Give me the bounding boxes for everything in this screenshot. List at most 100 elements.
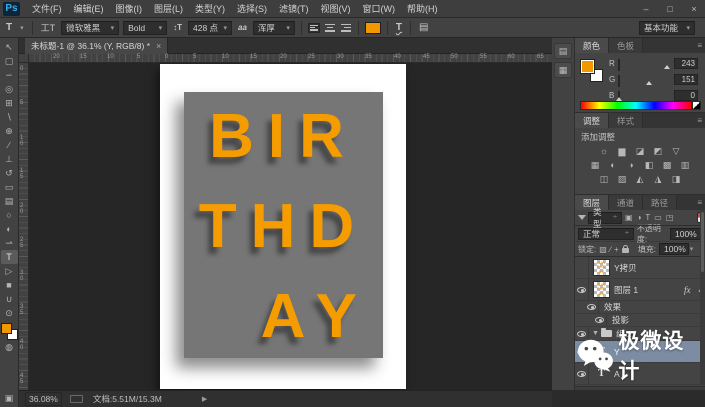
visibility-cell[interactable] — [575, 257, 589, 278]
shape-tool[interactable]: ■ — [1, 278, 18, 292]
black-white-icon[interactable]: ◑ — [624, 159, 638, 171]
quick-mask-icon[interactable]: ◍ — [1, 340, 18, 354]
minimize-button[interactable]: – — [639, 4, 653, 14]
eyedropper-tool[interactable]: ∖ — [1, 110, 18, 124]
blur-tool[interactable]: ○ — [1, 208, 18, 222]
char-para-panels-icon[interactable]: ▤ — [417, 22, 430, 33]
text-color-swatch[interactable] — [364, 21, 381, 34]
invert-icon[interactable]: ◫ — [597, 173, 611, 185]
layer-name[interactable]: Y拷贝 — [614, 262, 637, 274]
curves-icon[interactable]: ◪ — [633, 145, 647, 157]
quick-selection-tool[interactable]: ◎ — [1, 82, 18, 96]
tab-styles[interactable]: 样式 — [609, 113, 644, 128]
history-panel-icon[interactable]: ▤ — [554, 43, 572, 59]
tab-color[interactable]: 颜色 — [575, 38, 610, 53]
eraser-tool[interactable]: ▭ — [1, 180, 18, 194]
blue-value-field[interactable]: 0 — [674, 89, 698, 101]
foreground-color-swatch[interactable] — [0, 323, 12, 334]
green-value-field[interactable]: 151 — [674, 73, 698, 85]
tab-paths[interactable]: 路径 — [643, 195, 678, 210]
menu-edit[interactable]: 编辑(E) — [68, 0, 110, 18]
panel-color-swatches[interactable] — [580, 59, 603, 82]
eye-icon[interactable] — [587, 304, 596, 310]
red-slider-thumb[interactable] — [664, 64, 670, 69]
type-tool[interactable]: T — [0, 250, 18, 264]
layer-row-layer1[interactable]: BIR THD AY 图层 1 fx ▴ — [575, 279, 705, 301]
vertical-ruler[interactable]: 0 5 10 15 20 25 30 35 40 45 — [19, 63, 29, 407]
visibility-cell[interactable] — [575, 279, 589, 300]
dodge-tool[interactable]: ◐ — [1, 222, 18, 236]
marquee-tool[interactable]: ▢ — [1, 54, 18, 68]
vibrance-icon[interactable]: ▽ — [669, 145, 683, 157]
menu-help[interactable]: 帮助(H) — [401, 0, 444, 18]
green-slider-thumb[interactable] — [646, 80, 652, 85]
type-tool-icon[interactable]: T — [4, 22, 14, 33]
document-tab[interactable]: 未标题-1 @ 36.1% (Y, RGB/8) * × — [25, 38, 169, 54]
align-right-icon[interactable] — [340, 23, 352, 33]
red-value-field[interactable]: 243 — [674, 57, 698, 69]
menu-window[interactable]: 窗口(W) — [357, 0, 402, 18]
layer-thumbnail[interactable]: BIR THD AY — [593, 281, 610, 298]
font-style-select[interactable]: Bold ▾ — [123, 20, 168, 35]
menu-file[interactable]: 文件(F) — [26, 0, 68, 18]
lock-all-icon[interactable] — [621, 245, 629, 253]
brush-tool[interactable]: ∕ — [1, 138, 18, 152]
layer-row-effects[interactable]: 效果 — [575, 301, 705, 314]
healing-brush-tool[interactable]: ⊕ — [1, 124, 18, 138]
tab-swatches[interactable]: 色板 — [609, 38, 644, 53]
tool-preset-caret-icon[interactable]: ▾ — [18, 24, 26, 32]
blue-slider-thumb[interactable] — [616, 96, 622, 101]
visibility-cell[interactable] — [585, 301, 599, 313]
color-balance-icon[interactable]: ◐ — [606, 159, 620, 171]
pen-tool[interactable]: ⇀ — [1, 236, 18, 250]
zoom-tool[interactable]: ⊙ — [1, 306, 18, 320]
threshold-icon[interactable]: ◭ — [633, 173, 647, 185]
filter-type-select[interactable]: 类型 ÷ — [588, 207, 622, 229]
font-size-select[interactable]: 428 点 ▾ — [188, 20, 233, 35]
menu-layer[interactable]: 图层(L) — [148, 0, 189, 18]
color-spectrum-bar[interactable] — [580, 101, 692, 110]
menu-view[interactable]: 视图(V) — [315, 0, 357, 18]
filter-adjustment-icon[interactable]: ◑ — [636, 213, 643, 222]
layer-row-y-copy[interactable]: BIR THD AY Y拷贝 — [575, 257, 705, 279]
close-button[interactable]: × — [687, 4, 701, 14]
lock-transparency-icon[interactable]: ▨ — [599, 245, 607, 254]
layer-name[interactable]: 图层 1 — [614, 284, 638, 296]
hand-tool[interactable]: ∪ — [1, 292, 18, 306]
menu-filter[interactable]: 滤镜(T) — [273, 0, 315, 18]
clone-stamp-tool[interactable]: ⊥ — [1, 152, 18, 166]
menu-type[interactable]: 类型(Y) — [189, 0, 231, 18]
canvas-page[interactable]: BIR THD AY — [160, 64, 406, 389]
effects-label[interactable]: 效果 — [604, 301, 621, 313]
eye-icon[interactable] — [595, 317, 604, 323]
opacity-select[interactable]: 100%▾ — [670, 227, 704, 240]
panel-menu-icon[interactable]: ≡ — [697, 116, 702, 125]
brightness-contrast-icon[interactable]: ☼ — [597, 145, 611, 157]
align-center-icon[interactable] — [324, 23, 336, 33]
exposure-icon[interactable]: ◩ — [651, 145, 665, 157]
filter-pixel-icon[interactable]: ▣ — [624, 213, 634, 222]
posterize-icon[interactable]: ▨ — [615, 173, 629, 185]
lasso-tool[interactable]: ∽ — [1, 68, 18, 82]
gradient-tool[interactable]: ▤ — [1, 194, 18, 208]
horizontal-ruler[interactable]: 20 15 10 5 0 5 10 15 20 25 30 35 40 45 5… — [29, 54, 552, 63]
workspace-select[interactable]: 基本功能 ▾ — [639, 20, 695, 35]
history-brush-tool[interactable]: ↺ — [1, 166, 18, 180]
filter-type-icon[interactable]: T — [644, 213, 651, 222]
foreground-color-swatch[interactable] — [580, 59, 595, 74]
levels-icon[interactable]: ▆ — [615, 145, 629, 157]
tab-adjustments[interactable]: 调整 — [575, 113, 610, 128]
maximize-button[interactable]: □ — [663, 4, 677, 14]
gradient-map-icon[interactable]: ◮ — [651, 173, 665, 185]
fx-badge[interactable]: fx — [684, 285, 691, 295]
tab-close-icon[interactable]: × — [156, 41, 161, 51]
eye-icon[interactable] — [577, 286, 586, 293]
visibility-cell[interactable] — [593, 314, 607, 326]
birthday-card[interactable]: BIR THD AY — [184, 92, 383, 358]
photo-filter-icon[interactable]: ◧ — [642, 159, 656, 171]
tab-channels[interactable]: 通道 — [609, 195, 644, 210]
spectrum-bw-chips[interactable] — [692, 101, 701, 110]
green-slider[interactable] — [618, 74, 620, 87]
properties-panel-icon[interactable]: ▦ — [554, 62, 572, 78]
color-swatches[interactable] — [0, 323, 18, 340]
